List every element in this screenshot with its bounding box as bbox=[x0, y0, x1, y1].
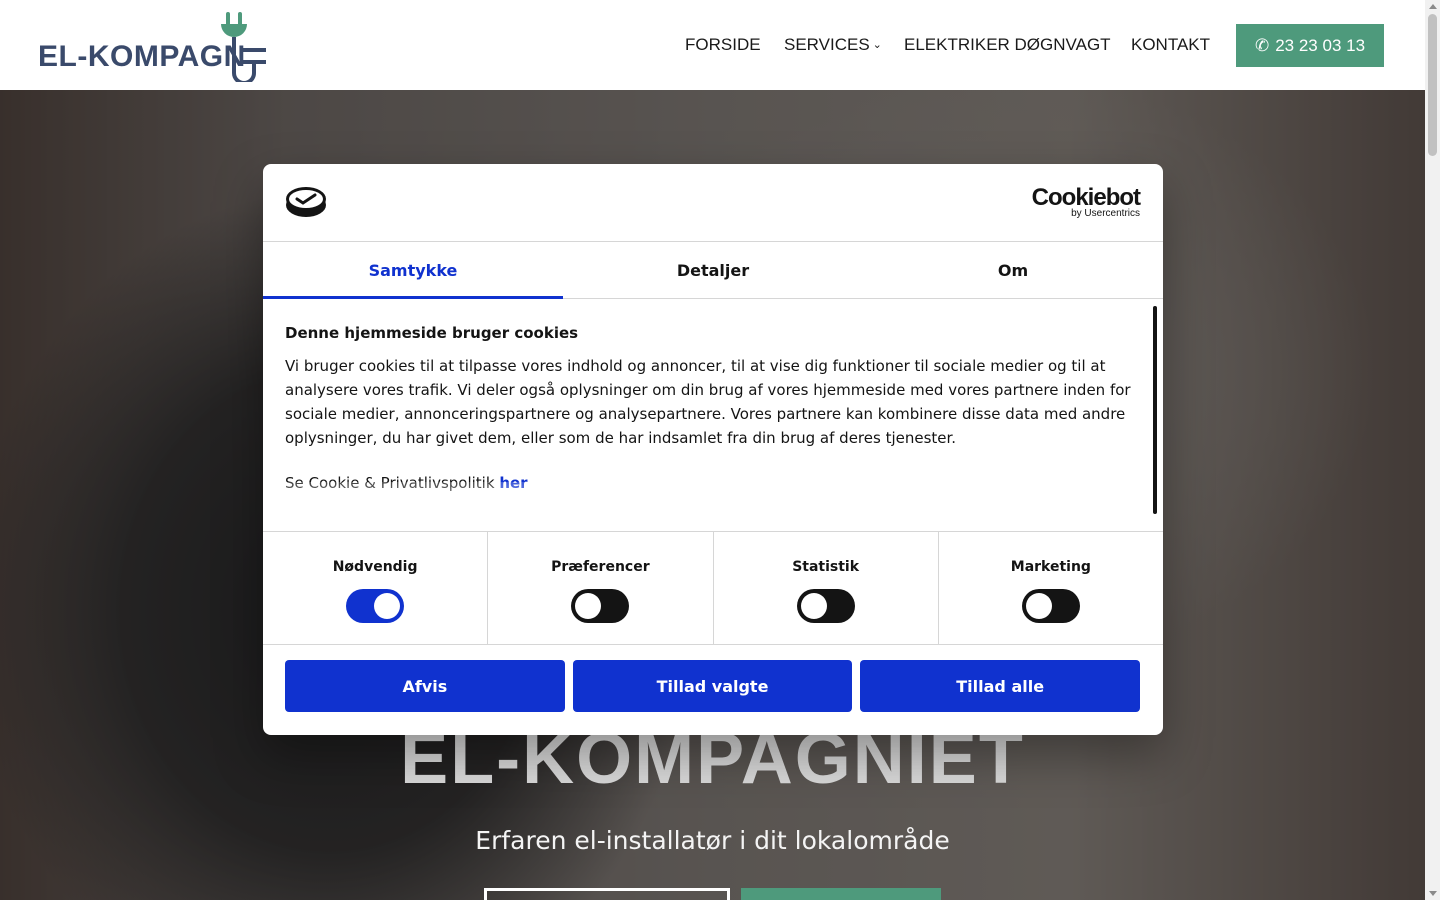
tab-om[interactable]: Om bbox=[863, 242, 1163, 298]
consent-heading: Denne hjemmeside bruger cookies bbox=[285, 324, 579, 342]
cookie-consent-dialog: Cookiebot by Usercentrics Samtykke Detal… bbox=[263, 164, 1163, 735]
toggle-switch-marketing[interactable] bbox=[1021, 589, 1080, 623]
consent-buttons: Afvis Tillad valgte Tillad alle bbox=[285, 660, 1141, 712]
body-fade bbox=[263, 482, 1153, 532]
site-brand-icon bbox=[286, 187, 326, 217]
hero-subtitle: Erfaren el-installatør i dit lokalområde bbox=[475, 826, 950, 855]
cookiebot-logo: Cookiebot by Usercentrics bbox=[1031, 184, 1141, 219]
reject-button[interactable]: Afvis bbox=[285, 660, 565, 712]
consent-body-scrollbar[interactable] bbox=[1153, 306, 1157, 514]
nav-elektriker-doegnvagt[interactable]: ELEKTRIKER DØGNVAGT bbox=[904, 35, 1111, 55]
tab-samtykke[interactable]: Samtykke bbox=[263, 242, 563, 299]
toggle-label-noedvendig: Nødvendig bbox=[332, 559, 418, 575]
consent-toggles: Nødvendig Præferencer Statistik Marketin… bbox=[263, 531, 1163, 645]
toggle-group-statistik: Statistik bbox=[714, 532, 939, 644]
toggle-knob bbox=[1025, 593, 1052, 619]
dialog-tabs: Samtykke Detaljer Om bbox=[263, 242, 1163, 299]
phone-button[interactable]: ✆ 23 23 03 13 bbox=[1236, 24, 1384, 67]
toggle-switch-praeferencer[interactable] bbox=[571, 589, 630, 623]
nav-kontakt[interactable]: KONTAKT bbox=[1131, 35, 1210, 55]
cookiebot-wordmark: Cookiebot bbox=[1031, 184, 1141, 211]
logo-wordmark: EL-KOMPAGN bbox=[38, 40, 246, 73]
site-header: EL-KOMPAGN FORSIDE SERVICES ⌄ ELEKTRIKER … bbox=[0, 0, 1425, 90]
phone-number: 23 23 03 13 bbox=[1275, 35, 1366, 55]
scroll-down-arrow-icon[interactable] bbox=[1429, 891, 1437, 896]
hero-cta-button[interactable] bbox=[741, 888, 941, 900]
toggle-knob bbox=[575, 593, 602, 619]
toggle-switch-noedvendig[interactable] bbox=[346, 589, 405, 623]
toggle-knob bbox=[800, 593, 827, 619]
toggle-group-noedvendig: Nødvendig bbox=[263, 532, 489, 644]
scroll-up-arrow-icon[interactable] bbox=[1429, 4, 1437, 9]
toggle-switch-statistik[interactable] bbox=[796, 589, 855, 623]
phone-icon: ✆ bbox=[1254, 35, 1270, 55]
dialog-header: Cookiebot by Usercentrics bbox=[263, 164, 1163, 242]
toggle-label-praeferencer: Præferencer bbox=[551, 559, 650, 575]
consent-text: Vi bruger cookies til at tilpasse vores … bbox=[285, 357, 1131, 447]
tab-detaljer[interactable]: Detaljer bbox=[563, 242, 863, 298]
page-scrollbar[interactable] bbox=[1425, 0, 1440, 900]
nav-services[interactable]: SERVICES ⌄ bbox=[784, 35, 882, 55]
chevron-down-icon: ⌄ bbox=[872, 39, 882, 51]
site-logo[interactable]: EL-KOMPAGN bbox=[38, 10, 278, 82]
nav-services-label: SERVICES bbox=[784, 35, 870, 54]
scrollbar-thumb[interactable] bbox=[1428, 14, 1437, 156]
allow-all-button[interactable]: Tillad alle bbox=[860, 660, 1141, 712]
toggle-label-statistik: Statistik bbox=[792, 559, 860, 575]
toggle-label-marketing: Marketing bbox=[1010, 559, 1091, 575]
toggle-group-praeferencer: Præferencer bbox=[488, 532, 714, 644]
hero-outline-button[interactable] bbox=[484, 888, 730, 900]
toggle-knob bbox=[374, 593, 401, 619]
nav-forside[interactable]: FORSIDE bbox=[685, 35, 761, 55]
toggle-group-marketing: Marketing bbox=[939, 532, 1163, 644]
allow-selected-button[interactable]: Tillad valgte bbox=[572, 660, 853, 712]
